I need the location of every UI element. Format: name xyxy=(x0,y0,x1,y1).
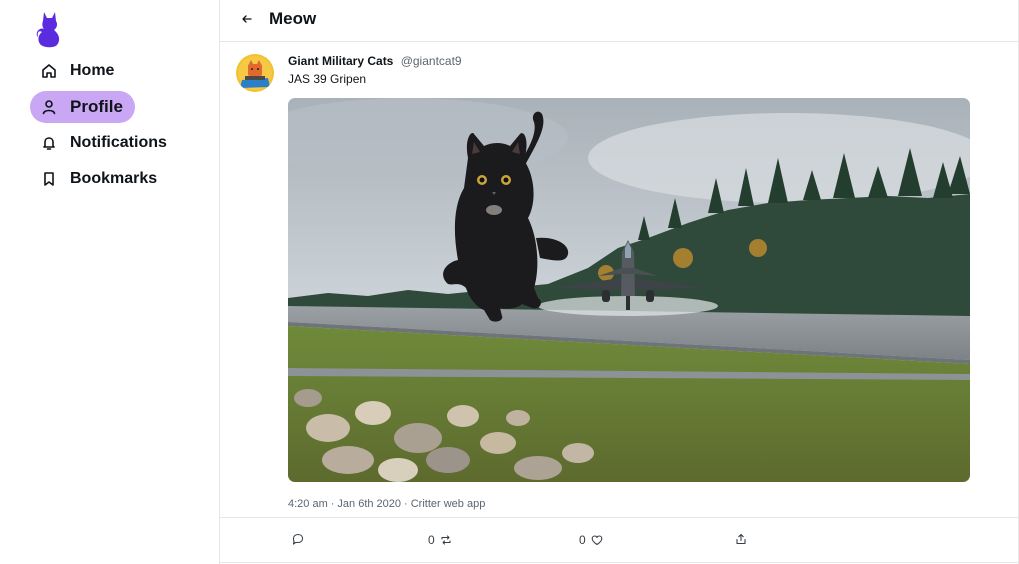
reply-button[interactable] xyxy=(292,533,304,545)
nav-label-home: Home xyxy=(70,62,115,79)
post-client[interactable]: Critter web app xyxy=(411,498,486,510)
repost-count: 0 xyxy=(428,533,435,547)
post-meta: 4:20 am · Jan 6th 2020 · Critter web app xyxy=(288,498,485,510)
main-column: Meow Giant Military Cats @giantcat9 JAS … xyxy=(219,0,1019,564)
post-time: 4:20 am xyxy=(288,498,328,510)
meta-separator: · xyxy=(404,498,408,510)
page-header: Meow xyxy=(220,0,1019,42)
share-icon xyxy=(736,533,746,545)
nav-item-bookmarks[interactable]: Bookmarks xyxy=(30,163,169,195)
cat-logo-icon[interactable] xyxy=(35,10,63,48)
arrow-left-icon xyxy=(242,15,252,23)
author-line: Giant Military Cats @giantcat9 xyxy=(288,54,462,68)
post-date: Jan 6th 2020 xyxy=(337,498,402,510)
author-handle[interactable]: @giantcat9 xyxy=(401,54,462,68)
user-icon xyxy=(41,99,57,115)
post-text: JAS 39 Gripen xyxy=(288,72,367,86)
nav-label-profile: Profile xyxy=(70,97,123,116)
repost-icon xyxy=(441,535,451,545)
back-button[interactable] xyxy=(240,12,254,26)
page-title: Meow xyxy=(269,9,317,28)
nav-label-notifications: Notifications xyxy=(70,134,167,151)
post: Giant Military Cats @giantcat9 JAS 39 Gr… xyxy=(220,42,1019,518)
reply-icon xyxy=(292,533,304,545)
meta-separator: · xyxy=(330,498,335,510)
repost-button[interactable]: 0 xyxy=(428,533,452,547)
nav-item-home[interactable]: Home xyxy=(30,55,126,87)
home-icon xyxy=(41,63,57,79)
sidebar: Home Profile Notifications Bookmarks xyxy=(0,0,219,564)
bookmark-icon xyxy=(41,171,57,187)
like-button[interactable]: 0 xyxy=(579,533,603,547)
nav-item-profile[interactable]: Profile xyxy=(30,91,135,123)
bell-icon xyxy=(41,135,57,151)
share-button[interactable] xyxy=(735,533,747,545)
author-display-name[interactable]: Giant Military Cats xyxy=(288,54,393,68)
heart-icon xyxy=(591,535,603,546)
like-count: 0 xyxy=(579,533,586,547)
post-image[interactable] xyxy=(288,98,970,482)
nav-item-notifications[interactable]: Notifications xyxy=(30,127,179,159)
nav-label-bookmarks: Bookmarks xyxy=(70,170,158,187)
post-actions: 0 0 xyxy=(220,519,1019,563)
avatar[interactable] xyxy=(236,54,274,92)
